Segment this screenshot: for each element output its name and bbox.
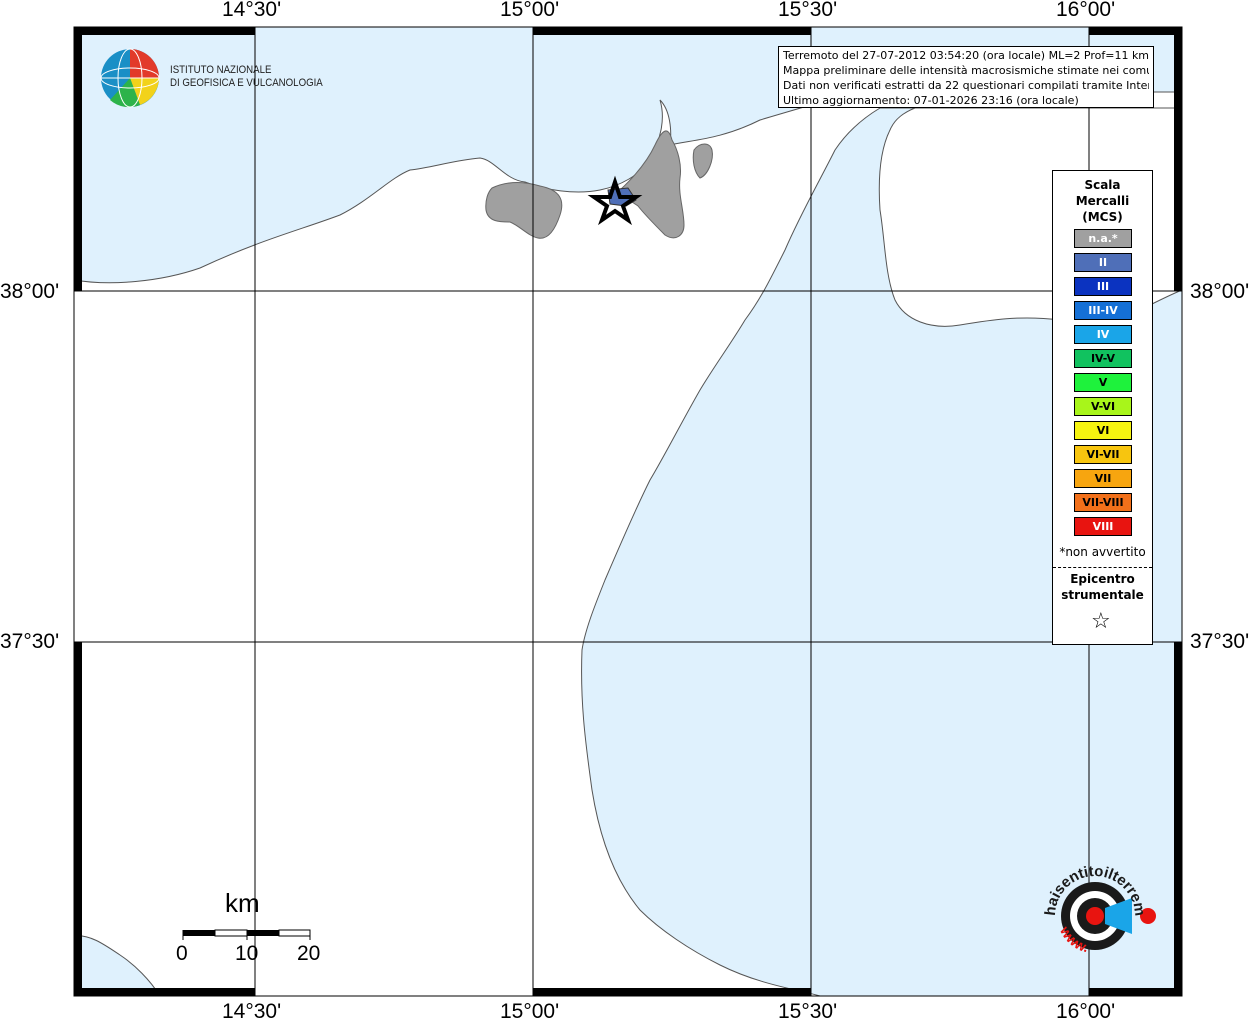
info-line-3: Dati non verificati estratti da 22 quest… <box>783 79 1149 92</box>
lon-label-top: 14°30' <box>222 0 282 21</box>
lon-label-bottom: 15°00' <box>500 1000 560 1023</box>
badge-main-text: haisentitoilterremoto.it <box>1030 850 1148 917</box>
badge-www-text: www. <box>1057 923 1091 956</box>
legend-title-line: (MCS) <box>1082 210 1123 224</box>
lon-label-bottom: 14°30' <box>222 1000 282 1023</box>
legend-item: VII-VIII <box>1074 493 1132 512</box>
lat-label-left: 37°30' <box>0 630 60 653</box>
legend-note: *non avvertito <box>1059 545 1146 559</box>
info-line-2: Mappa preliminare delle intensità macros… <box>783 64 1149 77</box>
event-info-box: Terremoto del 27-07-2012 03:54:20 (ora l… <box>778 46 1154 108</box>
legend-item: IV <box>1074 325 1132 344</box>
legend-item: VI <box>1074 421 1132 440</box>
logo-line-1: ISTITUTO NAZIONALE <box>170 64 272 76</box>
legend-divider <box>1053 567 1152 568</box>
legend-title-line: Scala <box>1084 178 1121 192</box>
haisentito-badge-text[interactable]: haisentitoilterremoto.it www. <box>1030 850 1160 980</box>
scale-tick: 0 <box>176 942 188 965</box>
ingv-logo-globe <box>100 48 160 108</box>
legend-item: VI-VII <box>1074 445 1132 464</box>
legend-epicentre-line: Epicentro <box>1070 572 1135 586</box>
info-line-4: Ultimo aggiornamento: 07-01-2026 23:16 (… <box>783 94 1079 107</box>
ingv-logo-text: ISTITUTO NAZIONALE DI GEOFISICA E VULCAN… <box>170 64 323 90</box>
legend-item: VIII <box>1074 517 1132 536</box>
scale-unit: km <box>225 888 260 918</box>
logo-line-2: DI GEOFISICA E VULCANOLOGIA <box>170 77 323 89</box>
legend-title-line: Mercalli <box>1075 194 1130 208</box>
lat-label-right: 38°00' <box>1190 280 1250 303</box>
legend-item: V-VI <box>1074 397 1132 416</box>
legend-item: IV-V <box>1074 349 1132 368</box>
scale-tick: 20 <box>297 942 321 965</box>
mercalli-legend: Scala Mercalli (MCS) *non avvertito Epic… <box>1052 170 1153 645</box>
lon-label-bottom: 16°00' <box>1056 1000 1116 1023</box>
legend-star-icon: ☆ <box>1091 609 1111 634</box>
lat-label-right: 37°30' <box>1190 630 1250 653</box>
lon-label-top: 15°00' <box>500 0 560 21</box>
legend-title: Scala Mercalli (MCS) <box>1053 177 1152 225</box>
legend-item: VII <box>1074 469 1132 488</box>
lon-label-top: 16°00' <box>1056 0 1116 21</box>
info-line-1: Terremoto del 27-07-2012 03:54:20 (ora l… <box>783 49 1149 62</box>
legend-item: V <box>1074 373 1132 392</box>
scale-tick: 10 <box>235 942 259 965</box>
legend-item: II <box>1074 253 1132 272</box>
legend-epicentre-label: Epicentro strumentale <box>1053 571 1152 603</box>
lat-label-left: 38°00' <box>0 280 60 303</box>
legend-epicentre-line: strumentale <box>1061 588 1144 602</box>
lon-label-top: 15°30' <box>778 0 838 21</box>
legend-item: III-IV <box>1074 301 1132 320</box>
lon-label-bottom: 15°30' <box>778 1000 838 1023</box>
legend-item: n.a.* <box>1074 229 1132 248</box>
legend-item: III <box>1074 277 1132 296</box>
